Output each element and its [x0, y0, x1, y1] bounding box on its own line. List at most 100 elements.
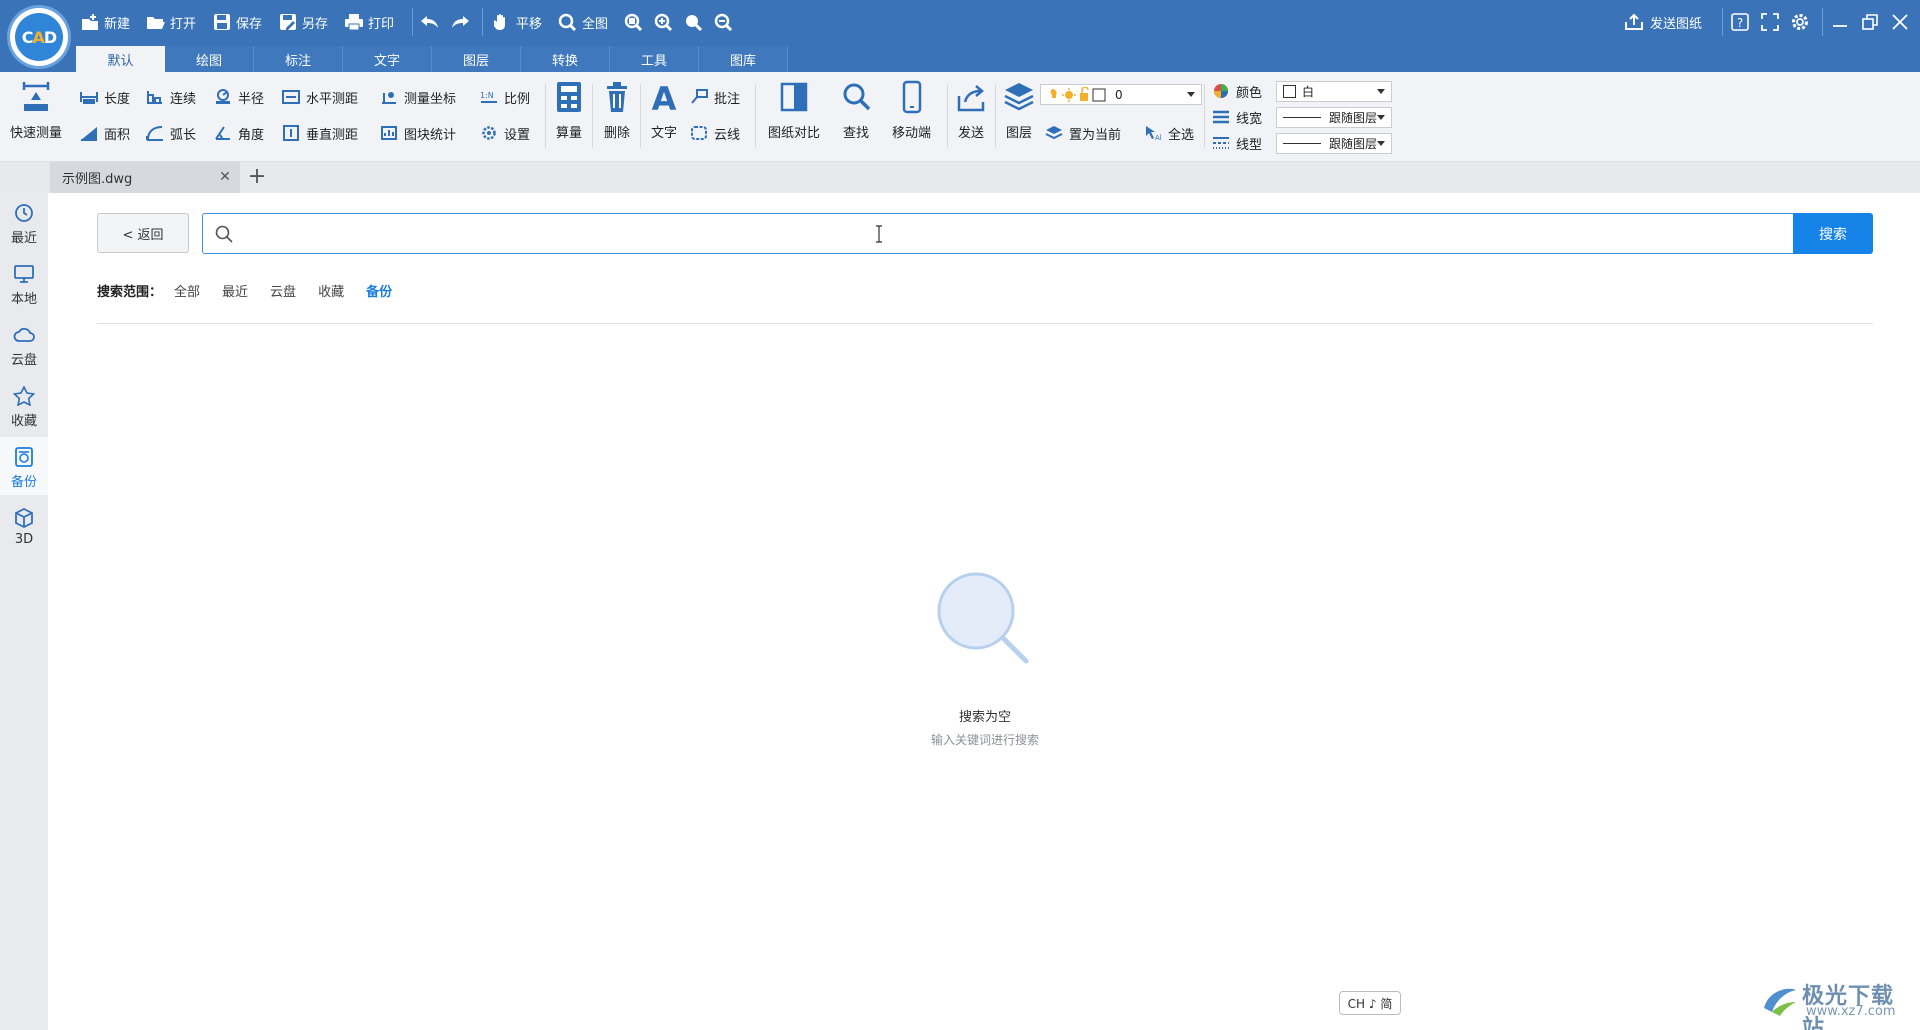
- measure-coordinate-button[interactable]: 测量坐标: [380, 86, 456, 108]
- annotate-label: 批注: [714, 91, 741, 107]
- send-button[interactable]: 发送: [955, 80, 987, 141]
- document-tab[interactable]: 示例图.dwg ✕: [50, 162, 240, 193]
- mobile-label: 移动端: [892, 126, 932, 141]
- zoom-in-button[interactable]: [654, 10, 678, 34]
- tab-tools[interactable]: 工具: [610, 46, 699, 72]
- send-drawing-button[interactable]: 发送图纸: [1624, 10, 1702, 34]
- arc-length-button[interactable]: 弧长: [146, 122, 196, 144]
- add-tab-button[interactable]: +: [246, 166, 268, 188]
- vertical-distance-label: 垂直测距: [306, 127, 359, 143]
- search-button[interactable]: 搜索: [1793, 213, 1873, 254]
- back-button[interactable]: < 返回: [97, 213, 189, 253]
- help-button[interactable]: ?: [1730, 10, 1750, 34]
- sidebar-item-backup[interactable]: 备份: [0, 437, 48, 495]
- tab-layer[interactable]: 图层: [432, 46, 521, 72]
- radius-label: 半径: [238, 91, 265, 107]
- sidebar-label-backup: 备份: [10, 475, 37, 490]
- horizontal-distance-button[interactable]: 水平测距: [282, 86, 358, 108]
- ribbon-separator: [545, 84, 546, 148]
- scope-option-favorites[interactable]: 收藏: [318, 281, 344, 300]
- annotate-button[interactable]: 批注: [690, 86, 740, 108]
- settings-button[interactable]: [1790, 10, 1810, 34]
- redo-button[interactable]: [450, 10, 474, 34]
- svg-text:A: A: [652, 80, 677, 116]
- find-button[interactable]: 查找: [840, 80, 872, 141]
- ime-indicator[interactable]: CH ♪ 简: [1339, 991, 1401, 1015]
- mobile-button[interactable]: 移动端: [892, 80, 931, 141]
- sidebar-item-local[interactable]: 本地: [0, 254, 48, 312]
- pan-button[interactable]: 平移: [492, 10, 542, 34]
- linewidth-icon: [1213, 110, 1229, 124]
- close-tab-icon[interactable]: ✕: [218, 170, 232, 184]
- continuous-button[interactable]: 连续: [146, 86, 196, 108]
- empty-search-icon: [937, 572, 1029, 664]
- undo-button[interactable]: [420, 10, 444, 34]
- close-window-button[interactable]: [1890, 10, 1910, 34]
- quick-measure-button[interactable]: 快速测量: [10, 80, 62, 141]
- color-label: 颜色: [1236, 85, 1263, 101]
- send-label: 发送: [957, 126, 984, 141]
- scope-option-cloud[interactable]: 云盘: [270, 281, 296, 300]
- tab-dimension[interactable]: 标注: [254, 46, 343, 72]
- zoom-out-button[interactable]: [714, 10, 738, 34]
- search-input[interactable]: [202, 213, 1794, 254]
- divider: [97, 323, 1873, 324]
- star-icon: [13, 386, 35, 406]
- compare-button[interactable]: 图纸对比: [768, 80, 820, 141]
- app-logo[interactable]: CAD: [10, 8, 68, 66]
- linetype-label: 线型: [1236, 137, 1263, 153]
- color-select[interactable]: 白: [1276, 81, 1392, 102]
- sidebar-label-local: 本地: [10, 292, 37, 307]
- block-stats-button[interactable]: 图块统计: [380, 122, 456, 144]
- delete-button[interactable]: 删除: [601, 80, 633, 141]
- cloud-line-button[interactable]: 云线: [690, 122, 740, 144]
- tab-convert[interactable]: 转换: [521, 46, 610, 72]
- ribbon-separator: [947, 84, 948, 148]
- ribbon-settings-button[interactable]: 设置: [480, 122, 530, 144]
- tab-library[interactable]: 图库: [699, 46, 788, 72]
- text-button[interactable]: A 文字: [648, 80, 680, 141]
- toolbar-separator: [482, 8, 483, 36]
- zoom-realtime-button[interactable]: [684, 10, 708, 34]
- restore-button[interactable]: [1860, 10, 1880, 34]
- scope-label: 搜索范围：: [97, 284, 163, 300]
- scope-option-recent[interactable]: 最近: [222, 281, 248, 300]
- color-label-group: 颜色: [1212, 80, 1262, 102]
- tab-text[interactable]: 文字: [343, 46, 432, 72]
- color-wheel-icon: [1214, 84, 1228, 98]
- linetype-select[interactable]: 跟随图层: [1276, 133, 1392, 154]
- calc-button[interactable]: 算量: [553, 80, 585, 141]
- sidebar-item-3d[interactable]: 3D: [0, 498, 48, 556]
- sidebar-item-recent[interactable]: 最近: [0, 193, 48, 251]
- select-all-button[interactable]: All 全选: [1144, 122, 1194, 144]
- scope-option-backup[interactable]: 备份: [366, 281, 392, 300]
- tab-draw[interactable]: 绘图: [165, 46, 254, 72]
- compare-label: 图纸对比: [768, 126, 821, 141]
- empty-state-subtitle: 输入关键词进行搜索: [930, 733, 1039, 747]
- fullscreen-button[interactable]: [1760, 10, 1780, 34]
- vertical-distance-button[interactable]: 垂直测距: [282, 122, 358, 144]
- zoom-extents-button[interactable]: 全图: [558, 10, 608, 34]
- radius-button[interactable]: 半径: [214, 86, 264, 108]
- save-as-button[interactable]: 另存: [278, 10, 328, 34]
- sidebar-item-favorites[interactable]: 收藏: [0, 376, 48, 434]
- layer-select[interactable]: 0: [1040, 84, 1202, 105]
- layer-button[interactable]: 图层: [1003, 80, 1035, 141]
- save-button[interactable]: 保存: [212, 10, 262, 34]
- linewidth-select[interactable]: 跟随图层: [1276, 107, 1392, 128]
- minimize-button[interactable]: [1830, 10, 1850, 34]
- set-current-button[interactable]: 置为当前: [1045, 122, 1121, 144]
- scale-button[interactable]: 1:N 比例: [480, 86, 530, 108]
- zoom-window-button[interactable]: [624, 10, 648, 34]
- sidebar-item-cloud[interactable]: 云盘: [0, 315, 48, 373]
- length-button[interactable]: 长度: [80, 86, 130, 108]
- send-share-icon: [957, 85, 985, 112]
- tab-default[interactable]: 默认: [76, 46, 165, 72]
- scope-option-all[interactable]: 全部: [174, 281, 200, 300]
- open-button[interactable]: 打开: [146, 10, 196, 34]
- new-button[interactable]: 新建: [80, 10, 130, 34]
- area-button[interactable]: 面积: [80, 122, 130, 144]
- sidebar-label-cloud: 云盘: [10, 353, 37, 368]
- angle-button[interactable]: 角度: [214, 122, 264, 144]
- print-button[interactable]: 打印: [344, 10, 394, 34]
